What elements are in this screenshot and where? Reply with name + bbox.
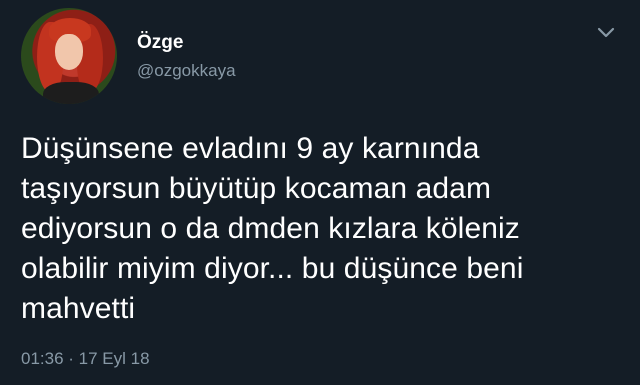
- tweet-text-line: olabilir miyim diyor... bu düşünce beni: [21, 252, 524, 285]
- avatar[interactable]: [21, 8, 117, 104]
- tweet-text: Düşünsene evladını 9 ay karnında taşıyor…: [21, 129, 621, 329]
- user-handle[interactable]: @ozgokkaya: [137, 60, 236, 82]
- tweet-text-line: taşıyorsun büyütüp kocaman adam: [21, 172, 492, 205]
- chevron-down-icon[interactable]: [596, 26, 616, 40]
- tweet-text-line: Düşünsene evladını 9 ay karnında: [21, 132, 480, 165]
- display-name[interactable]: Özge: [137, 32, 183, 54]
- avatar-face: [55, 34, 83, 70]
- tweet-text-line: ediyorsun o da dmden kızlara köleniz: [21, 212, 520, 245]
- tweet-text-line: mahvetti: [21, 292, 136, 325]
- tweet-card: Özge @ozgokkaya Düşünsene evladını 9 ay …: [0, 0, 640, 385]
- tweet-timestamp[interactable]: 01:36 · 17 Eyl 18: [21, 348, 150, 370]
- avatar-shirt: [43, 82, 99, 104]
